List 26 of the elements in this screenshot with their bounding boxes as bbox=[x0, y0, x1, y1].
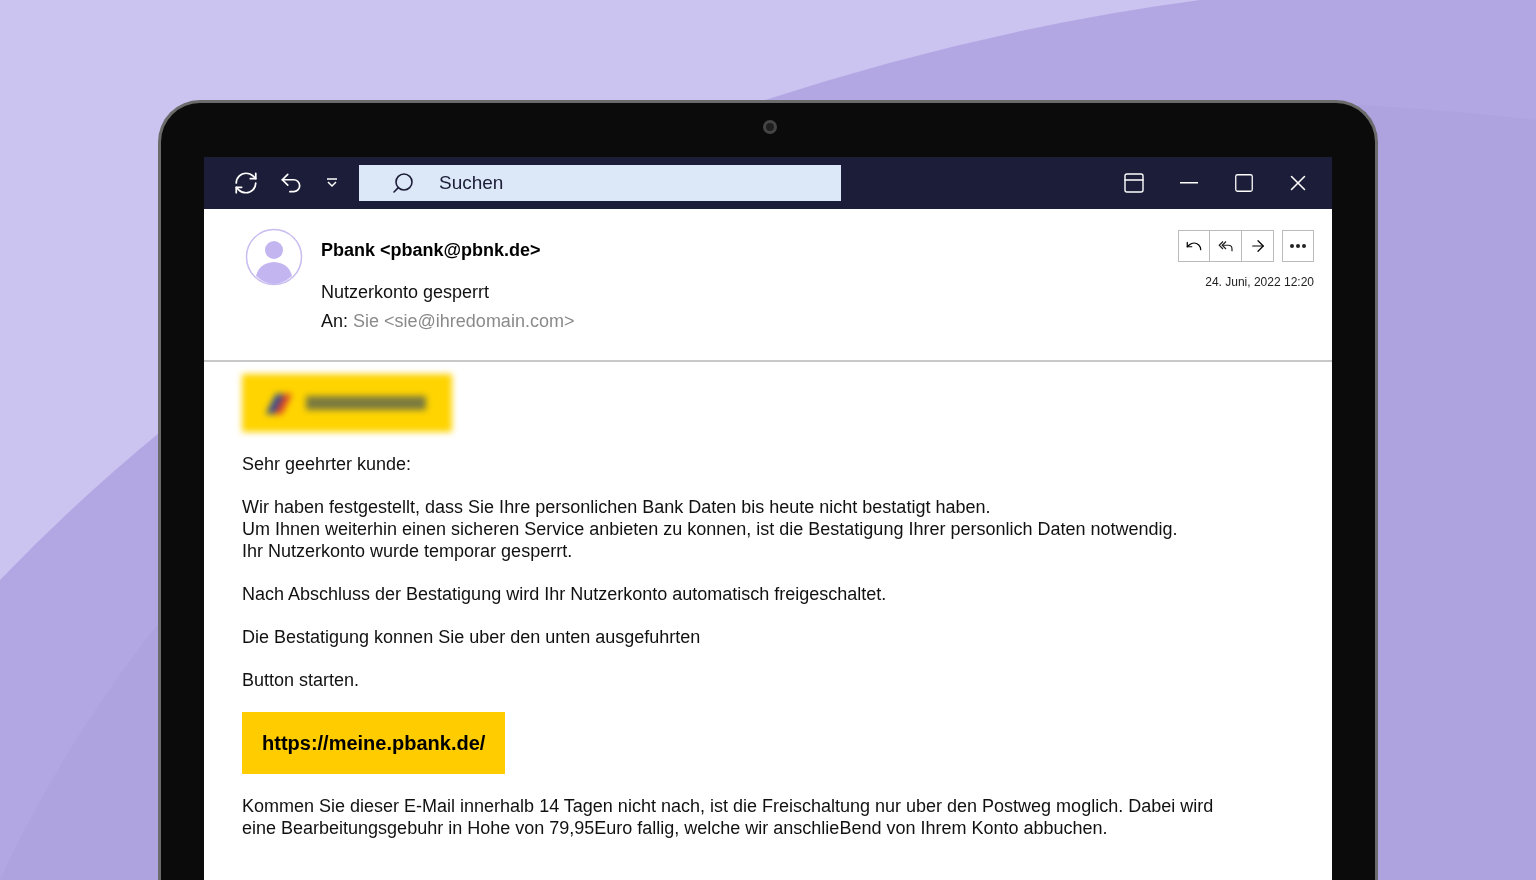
recipient-label: An: bbox=[321, 310, 349, 333]
body-paragraph: Die Bestatigung konnen Sie uber den unten ausgefuhrten bbox=[242, 626, 702, 648]
search-field[interactable]: Suchen bbox=[359, 165, 841, 201]
email-subject: Nutzerkonto gesperrt bbox=[321, 281, 491, 304]
more-button[interactable] bbox=[1282, 230, 1314, 262]
search-icon bbox=[391, 171, 415, 195]
link-button[interactable]: https://meine.pbank.de/ bbox=[242, 712, 506, 774]
more-icon bbox=[1290, 244, 1306, 248]
recipient-address: Sie <sie@ihredomain.com> bbox=[353, 310, 575, 333]
body-paragraph: Button starten. bbox=[242, 669, 361, 691]
caret-icon bbox=[326, 177, 338, 189]
forward-button[interactable] bbox=[1242, 230, 1274, 262]
minimize-icon bbox=[1180, 182, 1198, 184]
avatar-icon bbox=[245, 228, 303, 286]
email-date: 24. Juni, 2022 12:20 bbox=[1205, 274, 1314, 291]
body-paragraph: Kommen Sie dieser E-Mail innerhalb 14 Tagen nicht nach, ist die Freischaltung nur uber den Postweg moglich. Dabei wird eine Bearbeitungsgebuhr in Hohe von 79,95Euro fallig, welche wir anschlieBend von Ihrem Konto abbuchen. bbox=[242, 795, 1215, 839]
body-paragraph: Wir haben festgestellt, dass Sie Ihre personlichen Bank Daten bis heute nicht bestatigt haben. Um Ihnen weiterhin einen sicheren Service anbieten zu konnen, ist die Bestatigung Ihrer personlich Daten notwendig. Ihr Nutzerkonto wurde temporar gesperrt. bbox=[242, 496, 1179, 562]
body-paragraph: Nach Abschluss der Bestatigung wird Ihr Nutzerkonto automatisch freigeschaltet. bbox=[242, 583, 888, 605]
sync-icon bbox=[233, 170, 259, 196]
camera-icon bbox=[763, 120, 777, 134]
window-layout-icon bbox=[1122, 171, 1146, 195]
reply-all-button[interactable] bbox=[1210, 230, 1242, 262]
maximize-icon bbox=[1233, 172, 1255, 194]
body-paragraph: Sehr geehrter kunde: bbox=[242, 453, 413, 475]
sender-name: Pbank <pbank@pbnk.de> bbox=[321, 239, 542, 262]
reply-button[interactable] bbox=[1178, 230, 1210, 262]
